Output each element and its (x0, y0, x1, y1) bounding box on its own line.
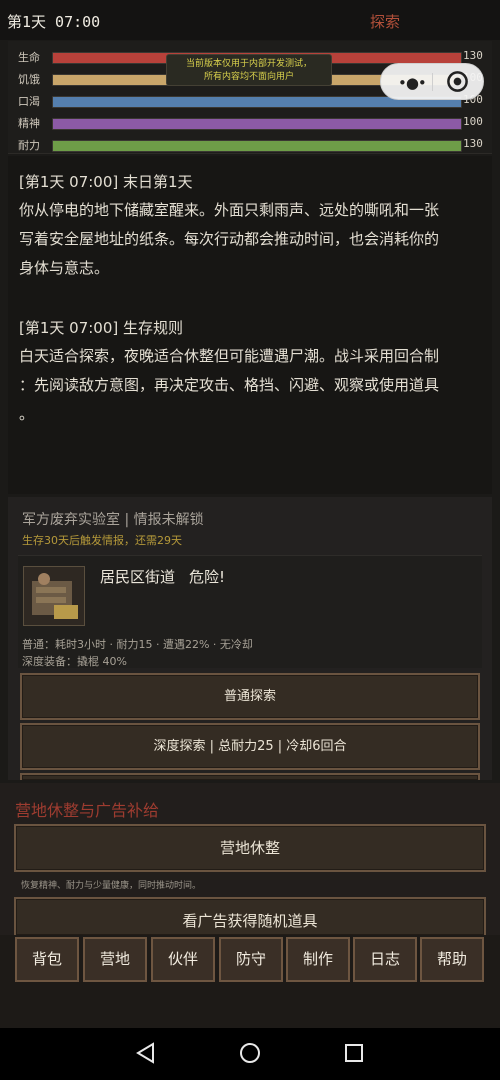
area-card: 居民区街道 危险! 普通：耗时3小时 · 耐力15 · 遭遇22% · 无冷却 … (18, 555, 482, 668)
stat-row-spirit: 精神 100 (8, 112, 492, 134)
event-log: [第1天 07:00] 末日第1天 你从停电的地下储藏室醒来。外面只剩雨声、远处… (8, 156, 492, 494)
dev-notice-line1: 当前版本仅用于内部开发测试， (185, 59, 312, 69)
spirit-bar (52, 118, 462, 130)
status-bar: 第1天 07:00 探索 (0, 0, 500, 40)
camp-rest-note: 恢复精神、耐力与少量健康，同时推动时间。 (21, 881, 202, 891)
more-explore-button-edge[interactable] (20, 773, 480, 780)
camp-panel: 营地休整与广告补给 营地休整 恢复精神、耐力与少量健康，同时推动时间。 看广告获… (0, 783, 500, 935)
stat-label: 精神 (18, 117, 40, 130)
explore-panel: 军方废弃实验室 | 情报未解锁 生存30天后触发情报，还需29天 居民区街道 危… (8, 497, 492, 780)
log-entry-line: 白天适合探索，夜晚适合休整但可能遭遇尸潮。战斗采用回合制 (19, 347, 440, 365)
recent-square-icon[interactable] (343, 1042, 365, 1064)
log-entry-title: [第1天 07:00] 生存规则 (19, 319, 184, 337)
log-entry-line: ：先阅读敌方意图，再决定攻击、格挡、闪避、观察或使用道具 (19, 376, 440, 394)
nav-companion[interactable]: 伙伴 (151, 937, 215, 982)
nav-backpack[interactable]: 背包 (15, 937, 79, 982)
stat-label: 饥饿 (18, 73, 40, 86)
area-name: 居民区街道 (100, 568, 176, 586)
area-danger-label: 危险! (189, 568, 226, 586)
log-entry-line: 。 (19, 405, 35, 423)
stat-label: 耐力 (18, 139, 40, 152)
camp-rest-button[interactable]: 营地休整 (14, 824, 486, 872)
target-close-icon[interactable] (446, 70, 469, 93)
system-nav-bar (0, 1028, 500, 1080)
more-dots-icon[interactable]: •●• (398, 74, 427, 92)
home-circle-icon[interactable] (239, 1042, 261, 1064)
bottom-nav: 背包 营地 伙伴 防守 制作 日志 帮助 (0, 935, 500, 1028)
deep-explore-meta: 深度装备：撬棍 40% (22, 655, 127, 668)
log-entry-line: 写着安全屋地址的纸条。每次行动都会推动时间，也会消耗你的 (19, 230, 440, 248)
deep-explore-button[interactable]: 深度探索 | 总耐力25 | 冷却6回合 (20, 723, 480, 770)
stat-row-stamina: 耐力 130 (8, 134, 492, 156)
watch-ad-button[interactable]: 看广告获得随机道具 (14, 897, 486, 935)
nav-defense[interactable]: 防守 (219, 937, 283, 982)
area-thumbnail (23, 566, 85, 626)
location-title: 军方废弃实验室 | 情报未解锁 (22, 512, 204, 528)
log-entry-line: 身体与意志。 (19, 259, 110, 277)
game-clock: 第1天 07:00 (7, 13, 101, 31)
ruined-street-icon (24, 567, 84, 625)
stamina-bar (52, 140, 462, 152)
log-entry: [第1天 07:00] 末日第1天 你从停电的地下储藏室醒来。外面只剩雨声、远处… (19, 168, 479, 283)
capsule-divider (432, 73, 433, 91)
mode-label: 探索 (370, 13, 401, 31)
normal-explore-button[interactable]: 普通探索 (20, 673, 480, 720)
stat-label: 生命 (18, 51, 40, 64)
nav-help[interactable]: 帮助 (420, 937, 484, 982)
stat-value: 100 (463, 115, 483, 128)
log-entry-line: 你从停电的地下储藏室醒来。外面只剩雨声、远处的嘶吼和一张 (19, 201, 440, 219)
dev-notice-toast: 当前版本仅用于内部开发测试， 所有内容均不面向用户 (166, 54, 332, 86)
stat-label: 口渴 (18, 95, 40, 108)
normal-explore-meta: 普通：耗时3小时 · 耐力15 · 遭遇22% · 无冷却 (22, 638, 253, 651)
stat-value: 130 (463, 137, 483, 150)
location-unlock-hint: 生存30天后触发情报，还需29天 (22, 534, 182, 547)
dev-notice-line2: 所有内容均不面向用户 (203, 72, 294, 82)
stat-value: 130 (463, 49, 483, 62)
log-entry-title: [第1天 07:00] 末日第1天 (19, 173, 193, 191)
back-triangle-icon[interactable] (135, 1042, 157, 1064)
nav-craft[interactable]: 制作 (286, 937, 350, 982)
nav-log[interactable]: 日志 (353, 937, 417, 982)
miniprogram-capsule: •●• (380, 63, 484, 100)
log-entry: [第1天 07:00] 生存规则 白天适合探索，夜晚适合休整但可能遭遇尸潮。战斗… (19, 314, 479, 429)
camp-section-title: 营地休整与广告补给 (15, 801, 160, 820)
nav-camp[interactable]: 营地 (83, 937, 147, 982)
